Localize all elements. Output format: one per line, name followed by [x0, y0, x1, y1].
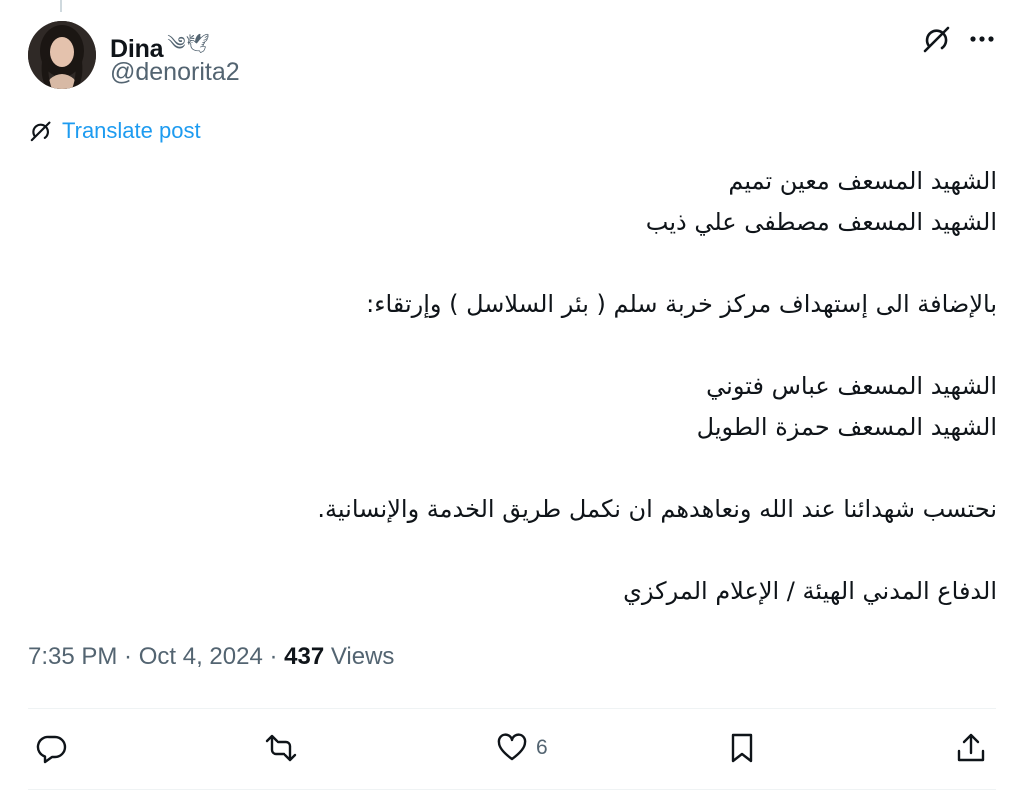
- meta-separator: ·: [262, 643, 285, 670]
- divider: [28, 708, 996, 709]
- avatar[interactable]: [28, 21, 96, 89]
- post-line: الشهيد المسعف عباس فتوني: [706, 372, 997, 400]
- post-time[interactable]: 7:35 PM: [28, 643, 117, 670]
- post-line-blank: [37, 325, 997, 366]
- reply-button[interactable]: [36, 731, 76, 765]
- bookmark-button[interactable]: [726, 731, 766, 765]
- like-button[interactable]: 6: [496, 731, 548, 765]
- views-count: 437: [284, 643, 325, 670]
- share-icon: [957, 733, 985, 762]
- repost-button[interactable]: [265, 731, 305, 765]
- post-line: الشهيد المسعف معين تميم: [728, 167, 997, 195]
- like-count: 6: [536, 736, 548, 759]
- translate-post-label[interactable]: Translate post: [62, 118, 201, 144]
- post-line: بالإضافة الى إستهداف مركز خربة سلم ( بئر…: [366, 290, 997, 318]
- heart-icon: [497, 733, 527, 761]
- more-horizontal-icon: [970, 36, 994, 42]
- post-line: الشهيد المسعف حمزة الطويل: [696, 413, 997, 441]
- bookmark-icon: [731, 733, 753, 763]
- views-label: Views: [324, 643, 395, 670]
- post-date[interactable]: Oct 4, 2024: [139, 643, 263, 670]
- repost-icon: [265, 734, 297, 762]
- post-line-blank: [37, 448, 997, 489]
- thread-connector-line: [60, 0, 62, 12]
- post-line: الشهيد المسعف مصطفى علي ذيب: [645, 208, 997, 236]
- post-body: الشهيد المسعف معين تميم الشهيد المسعف مص…: [37, 161, 997, 612]
- translate-post-button[interactable]: Translate post: [28, 118, 201, 144]
- post-metadata: 7:35 PM · Oct 4, 2024 · 437 Views: [28, 643, 394, 671]
- reply-icon: [36, 735, 67, 764]
- post-line: الدفاع المدني الهيئة / الإعلام المركزي: [623, 577, 997, 605]
- divider: [28, 789, 996, 790]
- grok-icon[interactable]: [920, 22, 954, 56]
- post-line-blank: [37, 530, 997, 571]
- grok-translate-icon: [30, 121, 51, 142]
- more-options-button[interactable]: [966, 22, 998, 56]
- share-button[interactable]: [955, 731, 987, 765]
- author-handle[interactable]: @denorita2: [110, 58, 240, 87]
- post-line-blank: [37, 243, 997, 284]
- meta-separator: ·: [117, 643, 139, 670]
- post-line: نحتسب شهدائنا عند الله ونعاهدهم ان نكمل …: [317, 495, 997, 523]
